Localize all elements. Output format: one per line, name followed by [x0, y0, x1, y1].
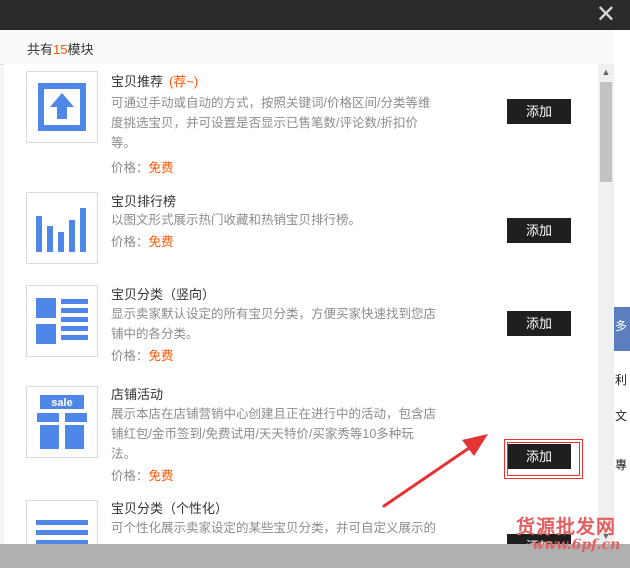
top-bar: ✕: [0, 0, 630, 30]
background-text-fragment: 文: [615, 409, 628, 423]
module-list: 宝贝推荐 (荐~) 可通过手动或自动的方式，按照关键词/价格区间/分类等维 度挑选…: [4, 64, 598, 544]
watermark-text: 货源批发网: [516, 516, 617, 538]
annotation-highlight-inner: [507, 442, 580, 476]
module-thumbnail: sale: [26, 386, 98, 458]
module-thumbnail: [26, 71, 98, 143]
module-dialog: 共有15模块 宝贝推荐 (荐~) 可通过手动或自动的方式，按照关键词/价格区间/分…: [0, 30, 614, 544]
background-text-fragment: 多: [615, 319, 628, 333]
module-thumbnail: [26, 285, 98, 357]
vertical-scrollbar[interactable]: ▲ ▼: [598, 64, 614, 544]
module-price: 价格：免费: [111, 469, 174, 483]
add-button[interactable]: 添加: [507, 311, 571, 336]
module-thumbnail: [26, 192, 98, 264]
module-count: 15: [53, 42, 68, 57]
module-price: 价格：免费: [111, 235, 174, 249]
recommend-tag: (荐~): [169, 74, 199, 89]
module-thumbnail: [26, 500, 98, 544]
add-button[interactable]: 添加: [507, 218, 571, 243]
module-count-text: 共有15模块: [27, 42, 94, 57]
module-title: 宝贝排行榜: [111, 194, 177, 209]
module-description: 显示卖家默认设定的所有宝贝分类，方便买家快速找到您店 铺中的各分类。: [111, 307, 437, 341]
background-page-strip: 多 利 文 專: [614, 30, 630, 544]
module-description: 展示本店在店铺营销中心创建且正在进行中的活动，包含店 铺红包/金币签到/免费试用…: [111, 407, 437, 461]
horizontal-lines-icon: [36, 520, 88, 544]
scroll-thumb[interactable]: [600, 82, 612, 182]
sale-label: sale: [51, 397, 72, 409]
module-price: 价格：免费: [111, 161, 174, 175]
add-button[interactable]: 添加: [507, 99, 571, 124]
module-title: 宝贝分类（竖向）: [111, 287, 216, 302]
background-text-fragment: 利: [615, 373, 628, 387]
dialog-header: 共有15模块: [0, 30, 614, 65]
gift-sale-icon: sale: [37, 395, 87, 449]
category-list-icon: [36, 298, 88, 344]
module-title: 宝贝分类（个性化）: [111, 501, 229, 516]
module-description: 可通过手动或自动的方式，按照关键词/价格区间/分类等维 度挑选宝贝，并可设置是否…: [111, 96, 431, 150]
module-title: 宝贝推荐: [111, 74, 164, 89]
close-icon[interactable]: ✕: [596, 2, 616, 26]
upload-arrow-icon: [38, 83, 86, 131]
scroll-up-icon[interactable]: ▲: [598, 64, 614, 80]
bar-chart-icon: [36, 208, 86, 252]
module-price: 价格：免费: [111, 349, 174, 363]
watermark-url: www.6pf.cn: [532, 537, 621, 553]
module-description: 以图文形式展示热门收藏和热销宝贝排行榜。: [111, 213, 362, 227]
module-title: 店铺活动: [111, 387, 164, 402]
background-text-fragment: 專: [615, 458, 628, 472]
module-description: 可个性化展示卖家设定的某些宝贝分类，并可自定义展示的: [111, 521, 437, 535]
